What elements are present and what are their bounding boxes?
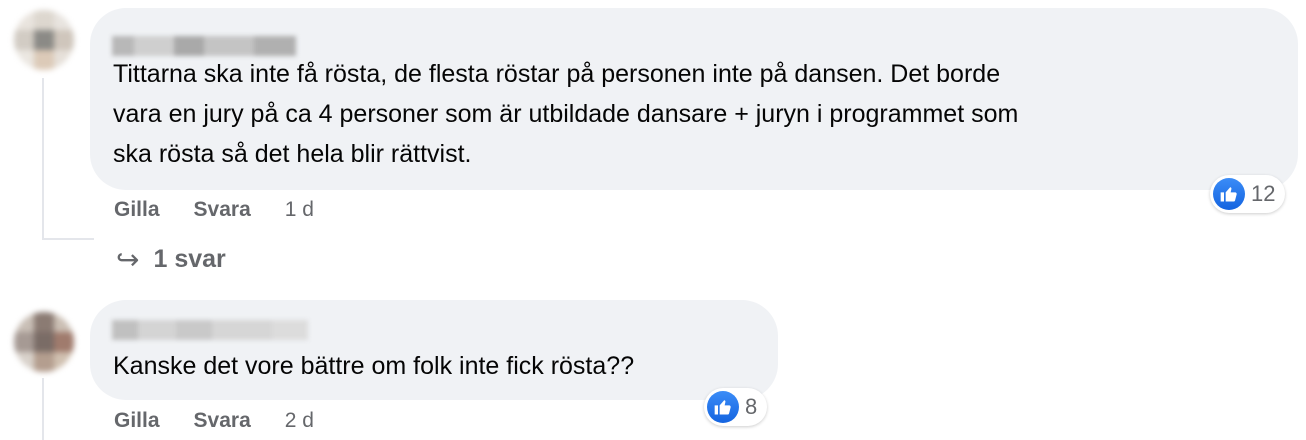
comment-bubble: Kanske det vore bättre om folk inte fick…: [90, 300, 778, 400]
comment-text: Kanske det vore bättre om folk inte fick…: [113, 346, 634, 386]
comment-text: Tittarna ska inte få rösta, de flesta rö…: [113, 54, 1018, 174]
reply-button[interactable]: Svara: [194, 409, 251, 433]
reply-button[interactable]: Svara: [194, 198, 251, 222]
like-icon: [1213, 178, 1245, 210]
comment-text-line: Kanske det vore bättre om folk inte fick…: [113, 352, 635, 380]
thread-line-elbow: [42, 238, 94, 240]
reply-arrow-icon: ↪: [116, 244, 140, 275]
author-name-redacted[interactable]: [112, 36, 296, 56]
comment-actions: Gilla Svara 2 d: [114, 409, 314, 433]
avatar[interactable]: [14, 10, 74, 70]
like-icon: [707, 391, 739, 423]
like-button[interactable]: Gilla: [114, 198, 160, 222]
reactions-summary[interactable]: 8: [704, 388, 768, 426]
thread-line: [42, 378, 44, 440]
reaction-count: 12: [1251, 181, 1276, 206]
view-replies-link[interactable]: ↪ 1 svar: [116, 243, 226, 276]
like-button[interactable]: Gilla: [114, 409, 160, 433]
comment-text-line: Tittarna ska inte få rösta, de flesta rö…: [113, 60, 1001, 88]
comment-text-line: vara en jury på ca 4 personer som är utb…: [113, 100, 1019, 128]
comment-text-line: ska rösta så det hela blir rättvist.: [113, 140, 472, 168]
timestamp[interactable]: 2 d: [285, 409, 314, 433]
replies-count-label: 1 svar: [153, 245, 226, 273]
author-name-redacted[interactable]: [112, 320, 308, 340]
timestamp[interactable]: 1 d: [285, 198, 314, 222]
avatar[interactable]: [14, 312, 74, 372]
reaction-count: 8: [745, 394, 758, 419]
comment-actions: Gilla Svara 1 d: [114, 198, 314, 222]
comment-bubble: Tittarna ska inte få rösta, de flesta rö…: [90, 8, 1298, 190]
reactions-summary[interactable]: 12: [1210, 175, 1286, 213]
thread-line: [42, 78, 44, 240]
